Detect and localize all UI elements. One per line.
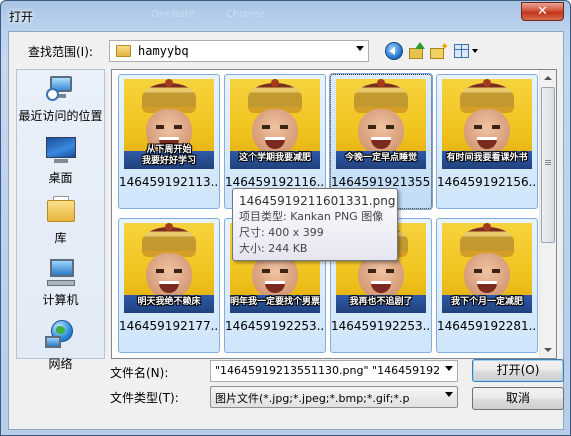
cancel-button[interactable]: 取消 (472, 387, 564, 410)
dialog-client-area: 查找范围(I): hamyybq ✦ 最近访问的位置 桌面 库 计算机 网络 从… (8, 31, 564, 430)
file-name-label: 文件名(N): (110, 366, 169, 380)
desktop-icon (45, 136, 77, 166)
file-name-value[interactable]: "14645919213551130.png" "146459192156 (215, 364, 439, 377)
back-arrow-icon[interactable] (385, 42, 403, 60)
tooltip-dimensions: 尺寸: 400 x 399 (239, 226, 324, 239)
file-type-select[interactable]: 图片文件(*.jpg;*.jpeg;*.bmp;*.gif;*.p (210, 386, 458, 408)
thumbnail-caption: 我下个月一定减肥 (450, 297, 523, 307)
place-desktop[interactable]: 桌面 (17, 136, 104, 186)
image-thumbnail: 有时间我要看课外书 (442, 79, 532, 169)
thumbnail-caption: 今晚一定早点睡觉 (344, 153, 417, 163)
file-info-tooltip: 14645919211601331.png 项目类型: Kankan PNG 图… (232, 188, 398, 261)
chevron-down-icon[interactable] (356, 46, 364, 51)
file-name: 146459192116... (225, 175, 325, 189)
file-name: 146459192156... (437, 175, 537, 189)
file-name: 14645919213551 (331, 175, 431, 189)
computer-icon (45, 258, 77, 288)
image-thumbnail: 明天我绝不赖床 (124, 223, 214, 313)
thumbnail-caption: 有时间我要看课外书 (446, 153, 528, 163)
file-type-value: 图片文件(*.jpg;*.jpeg;*.bmp;*.gif;*.p (215, 392, 410, 405)
background-title-text: OneNote (151, 9, 196, 20)
file-name: 146459192281... (437, 319, 537, 333)
file-tile[interactable]: 有时间我要看课外书 146459192156... (436, 74, 538, 209)
file-name-combo[interactable]: "14645919213551130.png" "146459192156 (210, 360, 458, 382)
file-name: 146459192253... (225, 319, 325, 333)
new-folder-icon[interactable]: ✦ (429, 41, 449, 60)
tooltip-file-name: 14645919211601331.png (239, 194, 396, 208)
image-thumbnail: 这个学期我要减肥 (230, 79, 320, 169)
places-bar: 最近访问的位置 桌面 库 计算机 网络 (16, 69, 105, 371)
file-name: 146459192113... (119, 175, 219, 189)
file-name: 146459192177... (119, 319, 219, 333)
scroll-down-icon[interactable] (544, 348, 552, 352)
file-name: 146459192253... (331, 319, 431, 333)
place-label: 计算机 (42, 293, 79, 307)
place-network[interactable]: 网络 (17, 320, 104, 372)
scrollbar-thumb[interactable] (541, 87, 555, 243)
look-in-combo[interactable]: hamyybq (109, 40, 369, 62)
image-thumbnail: 从下周开始 我要好好学习 (124, 79, 214, 169)
folder-icon (116, 45, 131, 57)
image-thumbnail: 今晚一定早点睡觉 (336, 79, 426, 169)
thumbnail-caption: 这个学期我要减肥 (238, 153, 311, 163)
libraries-icon (45, 196, 77, 226)
thumbnail-caption: 明天我绝不赖床 (137, 297, 201, 307)
place-computer[interactable]: 计算机 (17, 258, 104, 308)
tooltip-file-type: 项目类型: Kankan PNG 图像 (239, 210, 384, 223)
window-title: 打开 (9, 10, 34, 24)
close-button[interactable]: ✕ (521, 2, 564, 21)
place-recent[interactable]: 最近访问的位置 (17, 74, 104, 124)
file-tile[interactable]: 从下周开始 我要好好学习 146459192113... (118, 74, 220, 209)
chevron-down-icon[interactable] (445, 366, 453, 371)
background-title-text: Chrome (226, 9, 266, 20)
place-label: 库 (54, 231, 67, 245)
place-label: 最近访问的位置 (18, 109, 103, 123)
thumbnail-caption: 我再也不追剧了 (349, 297, 413, 307)
network-icon (44, 320, 77, 352)
views-menu-icon[interactable] (453, 42, 479, 60)
scroll-up-icon[interactable] (544, 76, 552, 80)
place-label: 网络 (48, 357, 73, 371)
look-in-value: hamyybq (138, 44, 189, 58)
file-tile[interactable]: 明天我绝不赖床 146459192177... (118, 218, 220, 353)
recent-places-icon (45, 74, 76, 104)
file-tile[interactable]: 我下个月一定减肥 146459192281... (436, 218, 538, 353)
title-bar[interactable]: 打开 OneNote Chrome ✕ (1, 1, 570, 31)
place-libraries[interactable]: 库 (17, 196, 104, 246)
thumbnail-caption: 明年我一定要找个男票 (230, 297, 320, 307)
open-file-dialog: 打开 OneNote Chrome ✕ 查找范围(I): hamyybq ✦ 最… (0, 0, 571, 436)
chevron-down-icon[interactable] (445, 392, 453, 397)
file-type-label: 文件类型(T): (110, 391, 179, 405)
tooltip-size: 大小: 244 KB (239, 242, 308, 255)
up-folder-icon[interactable] (407, 42, 425, 60)
close-icon: ✕ (537, 4, 548, 19)
thumbnail-caption: 我要好好学习 (141, 156, 196, 166)
open-button[interactable]: 打开(O) (472, 359, 564, 382)
look-in-label: 查找范围(I): (28, 45, 93, 59)
vertical-scrollbar[interactable] (539, 70, 556, 358)
place-label: 桌面 (48, 171, 73, 185)
image-thumbnail: 我下个月一定减肥 (442, 223, 532, 313)
